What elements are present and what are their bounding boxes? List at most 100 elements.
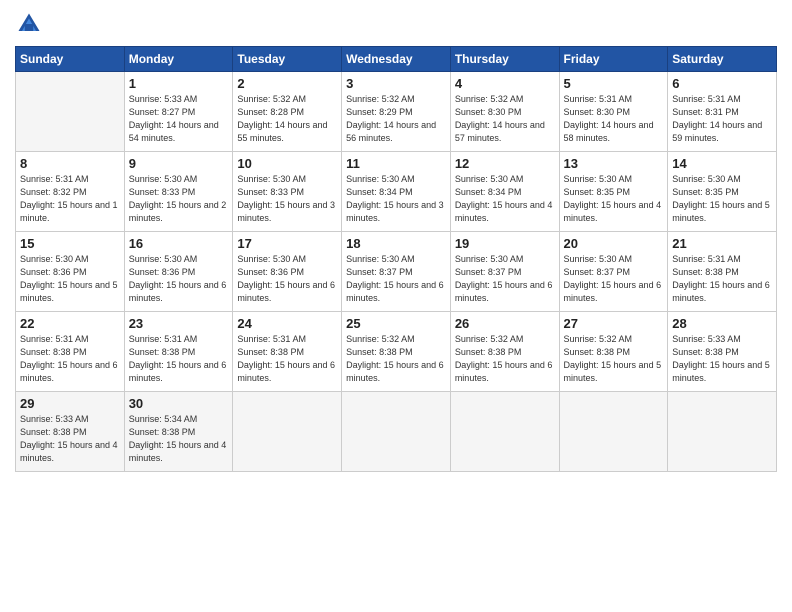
calendar-day-cell: 26 Sunrise: 5:32 AMSunset: 8:38 PMDayligh… xyxy=(450,312,559,392)
day-info: Sunrise: 5:30 AMSunset: 8:35 PMDaylight:… xyxy=(672,173,772,225)
calendar-day-cell: 10Sunrise: 5:30 AMSunset: 8:33 PMDayligh… xyxy=(233,152,342,232)
day-info: Sunrise: 5:32 AMSunset: 8:28 PMDaylight:… xyxy=(237,93,337,145)
calendar-day-cell: 17 Sunrise: 5:30 AMSunset: 8:36 PMDayligh… xyxy=(233,232,342,312)
logo-icon xyxy=(15,10,43,38)
day-info: Sunrise: 5:32 AMSunset: 8:38 PMDaylight:… xyxy=(564,333,664,385)
calendar-day-cell: 9 Sunrise: 5:30 AMSunset: 8:33 PMDaylight… xyxy=(124,152,233,232)
day-info: Sunrise: 5:30 AMSunset: 8:34 PMDaylight:… xyxy=(455,173,555,225)
calendar-table: SundayMondayTuesdayWednesdayThursdayFrid… xyxy=(15,46,777,472)
day-info: Sunrise: 5:32 AMSunset: 8:29 PMDaylight:… xyxy=(346,93,446,145)
day-info: Sunrise: 5:30 AMSunset: 8:36 PMDaylight:… xyxy=(129,253,229,305)
day-number: 12 xyxy=(455,156,555,171)
day-info: Sunrise: 5:33 AMSunset: 8:38 PMDaylight:… xyxy=(672,333,772,385)
calendar-day-cell: 24 Sunrise: 5:31 AMSunset: 8:38 PMDayligh… xyxy=(233,312,342,392)
weekday-header-cell: Sunday xyxy=(16,47,125,72)
calendar-day-cell: 25 Sunrise: 5:32 AMSunset: 8:38 PMDayligh… xyxy=(342,312,451,392)
weekday-header-cell: Saturday xyxy=(668,47,777,72)
day-number: 24 xyxy=(237,316,337,331)
day-info: Sunrise: 5:31 AMSunset: 8:38 PMDaylight:… xyxy=(129,333,229,385)
calendar-week-row: 15Sunrise: 5:30 AMSunset: 8:36 PMDayligh… xyxy=(16,232,777,312)
day-info: Sunrise: 5:30 AMSunset: 8:34 PMDaylight:… xyxy=(346,173,446,225)
calendar-day-cell: 6 Sunrise: 5:31 AMSunset: 8:31 PMDaylight… xyxy=(668,72,777,152)
calendar-day-cell: 5 Sunrise: 5:31 AMSunset: 8:30 PMDaylight… xyxy=(559,72,668,152)
calendar-day-cell: 8 Sunrise: 5:31 AMSunset: 8:32 PMDaylight… xyxy=(16,152,125,232)
day-number: 1 xyxy=(129,76,229,91)
calendar-day-cell: 27 Sunrise: 5:32 AMSunset: 8:38 PMDayligh… xyxy=(559,312,668,392)
day-number: 21 xyxy=(672,236,772,251)
calendar-day-cell: 29 Sunrise: 5:33 AMSunset: 8:38 PMDayligh… xyxy=(16,392,125,472)
calendar-day-cell: 16 Sunrise: 5:30 AMSunset: 8:36 PMDayligh… xyxy=(124,232,233,312)
logo xyxy=(15,10,47,38)
day-number: 11 xyxy=(346,156,446,171)
day-number: 2 xyxy=(237,76,337,91)
day-number: 29 xyxy=(20,396,120,411)
calendar-body: 1 Sunrise: 5:33 AMSunset: 8:27 PMDaylight… xyxy=(16,72,777,472)
day-info: Sunrise: 5:32 AMSunset: 8:38 PMDaylight:… xyxy=(346,333,446,385)
day-number: 26 xyxy=(455,316,555,331)
day-number: 28 xyxy=(672,316,772,331)
day-info: Sunrise: 5:30 AMSunset: 8:33 PMDaylight:… xyxy=(237,173,337,225)
day-info: Sunrise: 5:30 AMSunset: 8:33 PMDaylight:… xyxy=(129,173,229,225)
day-info: Sunrise: 5:31 AMSunset: 8:32 PMDaylight:… xyxy=(20,173,120,225)
day-info: Sunrise: 5:30 AMSunset: 8:36 PMDaylight:… xyxy=(20,253,120,305)
day-info: Sunrise: 5:32 AMSunset: 8:30 PMDaylight:… xyxy=(455,93,555,145)
weekday-header-cell: Monday xyxy=(124,47,233,72)
calendar-day-cell: 15Sunrise: 5:30 AMSunset: 8:36 PMDayligh… xyxy=(16,232,125,312)
day-number: 19 xyxy=(455,236,555,251)
calendar-day-cell: 13Sunrise: 5:30 AMSunset: 8:35 PMDayligh… xyxy=(559,152,668,232)
calendar-week-row: 8 Sunrise: 5:31 AMSunset: 8:32 PMDaylight… xyxy=(16,152,777,232)
day-info: Sunrise: 5:31 AMSunset: 8:31 PMDaylight:… xyxy=(672,93,772,145)
calendar-week-row: 1 Sunrise: 5:33 AMSunset: 8:27 PMDaylight… xyxy=(16,72,777,152)
day-number: 22 xyxy=(20,316,120,331)
day-info: Sunrise: 5:31 AMSunset: 8:38 PMDaylight:… xyxy=(672,253,772,305)
calendar-day-cell: 4 Sunrise: 5:32 AMSunset: 8:30 PMDaylight… xyxy=(450,72,559,152)
calendar-day-cell xyxy=(233,392,342,472)
day-number: 16 xyxy=(129,236,229,251)
day-number: 9 xyxy=(129,156,229,171)
day-number: 18 xyxy=(346,236,446,251)
calendar-day-cell: 1 Sunrise: 5:33 AMSunset: 8:27 PMDaylight… xyxy=(124,72,233,152)
day-info: Sunrise: 5:30 AMSunset: 8:37 PMDaylight:… xyxy=(564,253,664,305)
calendar-week-row: 29 Sunrise: 5:33 AMSunset: 8:38 PMDayligh… xyxy=(16,392,777,472)
calendar-day-cell xyxy=(16,72,125,152)
calendar-day-cell: 30 Sunrise: 5:34 AMSunset: 8:38 PMDayligh… xyxy=(124,392,233,472)
day-info: Sunrise: 5:33 AMSunset: 8:38 PMDaylight:… xyxy=(20,413,120,465)
calendar-day-cell: 12 Sunrise: 5:30 AMSunset: 8:34 PMDayligh… xyxy=(450,152,559,232)
day-number: 5 xyxy=(564,76,664,91)
calendar-day-cell: 19 Sunrise: 5:30 AMSunset: 8:37 PMDayligh… xyxy=(450,232,559,312)
calendar-day-cell: 3 Sunrise: 5:32 AMSunset: 8:29 PMDaylight… xyxy=(342,72,451,152)
weekday-header-cell: Thursday xyxy=(450,47,559,72)
day-number: 8 xyxy=(20,156,120,171)
calendar-day-cell: 22Sunrise: 5:31 AMSunset: 8:38 PMDayligh… xyxy=(16,312,125,392)
day-info: Sunrise: 5:30 AMSunset: 8:36 PMDaylight:… xyxy=(237,253,337,305)
day-info: Sunrise: 5:34 AMSunset: 8:38 PMDaylight:… xyxy=(129,413,229,465)
weekday-header-row: SundayMondayTuesdayWednesdayThursdayFrid… xyxy=(16,47,777,72)
calendar-week-row: 22 Sunrise: 5:31 AMSunset: 8:38 PMDayligh… xyxy=(16,312,777,392)
day-number: 4 xyxy=(455,76,555,91)
day-number: 23 xyxy=(129,316,229,331)
calendar-day-cell xyxy=(342,392,451,472)
calendar-day-cell: 23 Sunrise: 5:31 AMSunset: 8:38 PMDayligh… xyxy=(124,312,233,392)
header xyxy=(15,10,777,38)
day-number: 6 xyxy=(672,76,772,91)
day-number: 3 xyxy=(346,76,446,91)
day-number: 25 xyxy=(346,316,446,331)
calendar-page: SundayMondayTuesdayWednesdayThursdayFrid… xyxy=(0,0,792,612)
day-info: Sunrise: 5:31 AMSunset: 8:30 PMDaylight:… xyxy=(564,93,664,145)
day-info: Sunrise: 5:31 AMSunset: 8:38 PMDaylight:… xyxy=(237,333,337,385)
day-number: 27 xyxy=(564,316,664,331)
calendar-day-cell: 14 Sunrise: 5:30 AMSunset: 8:35 PMDayligh… xyxy=(668,152,777,232)
day-number: 17 xyxy=(237,236,337,251)
day-number: 14 xyxy=(672,156,772,171)
calendar-day-cell xyxy=(559,392,668,472)
day-info: Sunrise: 5:30 AMSunset: 8:37 PMDaylight:… xyxy=(455,253,555,305)
calendar-day-cell: 28 Sunrise: 5:33 AMSunset: 8:38 PMDayligh… xyxy=(668,312,777,392)
calendar-day-cell xyxy=(668,392,777,472)
day-info: Sunrise: 5:30 AMSunset: 8:35 PMDaylight:… xyxy=(564,173,664,225)
day-info: Sunrise: 5:33 AMSunset: 8:27 PMDaylight:… xyxy=(129,93,229,145)
day-number: 30 xyxy=(129,396,229,411)
day-number: 20 xyxy=(564,236,664,251)
calendar-day-cell: 21 Sunrise: 5:31 AMSunset: 8:38 PMDayligh… xyxy=(668,232,777,312)
day-info: Sunrise: 5:32 AMSunset: 8:38 PMDaylight:… xyxy=(455,333,555,385)
calendar-day-cell: 20 Sunrise: 5:30 AMSunset: 8:37 PMDayligh… xyxy=(559,232,668,312)
